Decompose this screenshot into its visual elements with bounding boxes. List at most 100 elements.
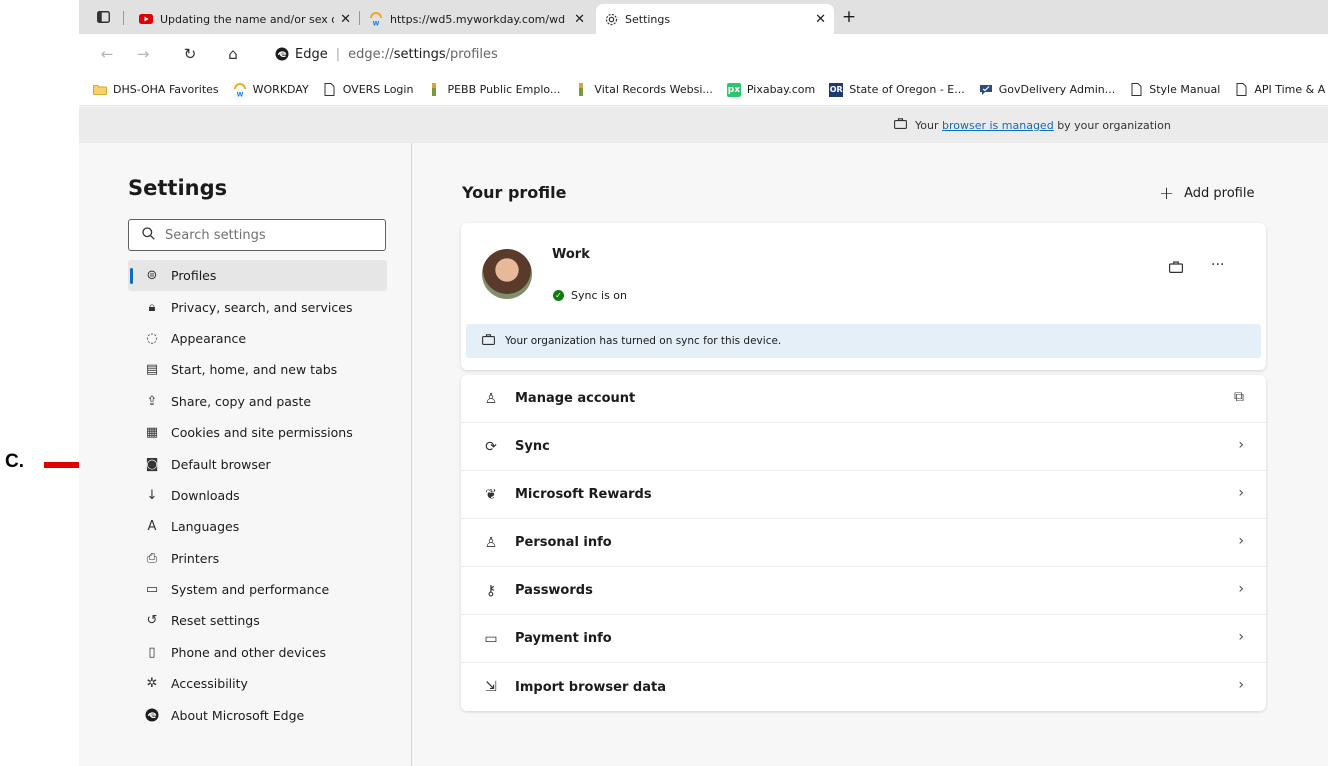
tab-title: Updating the name and/or sex o <box>160 12 335 26</box>
tab-separator <box>359 11 360 25</box>
external-link-icon: ⧉ <box>1234 389 1244 405</box>
sync-icon: ⟳ <box>485 438 497 455</box>
oregon-icon: OR <box>829 82 844 97</box>
briefcase-icon[interactable] <box>1169 261 1184 277</box>
new-tab-button[interactable]: + <box>841 7 857 27</box>
personal-info-row[interactable]: ♙ Personal info › <box>461 519 1266 567</box>
forward-icon[interactable]: → <box>133 44 153 64</box>
sidebar-item-phone[interactable]: ▯ Phone and other devices <box>128 637 387 668</box>
card-icon: ▭ <box>484 630 498 647</box>
favorite-state-of-oregon[interactable]: OR State of Oregon - E... <box>829 82 965 97</box>
sidebar-item-accessibility[interactable]: ✲ Accessibility <box>128 668 387 699</box>
browser-window: Updating the name and/or sex o ✕ w https… <box>79 0 1328 766</box>
address-bar-row: ← → ↻ ⌂ Edge | edge://settings/profiles <box>79 34 1328 74</box>
url-host: settings <box>393 46 446 62</box>
sidebar-item-languages[interactable]: A Languages <box>128 511 387 542</box>
favorite-pebb[interactable]: PEBB Public Emplo... <box>427 83 560 97</box>
sidebar-item-label: About Microsoft Edge <box>171 707 305 723</box>
reset-icon: ↺ <box>146 613 158 629</box>
pebb-icon <box>427 83 441 97</box>
favorite-style-manual[interactable]: Style Manual <box>1129 83 1220 97</box>
phone-icon: ▯ <box>148 644 156 660</box>
chevron-right-icon: › <box>1238 581 1244 597</box>
sync-row[interactable]: ⟳ Sync › <box>461 423 1266 471</box>
sidebar-item-cookies[interactable]: ▦ Cookies and site permissions <box>128 417 387 448</box>
sidebar-item-about[interactable]: About Microsoft Edge <box>128 699 387 730</box>
row-label: Payment info <box>515 631 612 646</box>
search-settings-box[interactable] <box>128 219 386 251</box>
sidebar-item-system[interactable]: ▭ System and performance <box>128 574 387 605</box>
avatar[interactable] <box>482 249 532 299</box>
sidebar-item-default-browser[interactable]: ◙ Default browser <box>128 448 387 479</box>
favorite-label: State of Oregon - E... <box>849 83 965 96</box>
tab-updating-name[interactable]: Updating the name and/or sex o ✕ <box>131 4 359 34</box>
tab-title: https://wd5.myworkday.com/wd <box>390 12 566 26</box>
sidebar-item-appearance[interactable]: ◌ Appearance <box>128 323 387 354</box>
profile-icon: ⊜ <box>146 268 158 284</box>
tab-workday[interactable]: w https://wd5.myworkday.com/wd ✕ <box>361 4 593 34</box>
close-tab-icon[interactable]: ✕ <box>340 12 351 27</box>
download-icon: ↓ <box>146 487 158 503</box>
rewards-icon: ❦ <box>485 486 497 503</box>
favorite-label: WORKDAY <box>252 83 309 96</box>
favorite-overs-login[interactable]: OVERS Login <box>323 83 413 97</box>
favorite-pixabay[interactable]: px Pixabay.com <box>726 82 815 97</box>
screenshot-canvas: C. Updating the name and/or sex o ✕ w ht… <box>0 0 1328 766</box>
sidebar-item-start-home[interactable]: ▤ Start, home, and new tabs <box>128 354 387 385</box>
sidebar-item-profiles[interactable]: ⊜ Profiles <box>128 260 387 292</box>
share-icon: ⇪ <box>146 393 158 409</box>
favorite-workday[interactable]: w WORKDAY <box>233 82 309 97</box>
back-icon[interactable]: ← <box>97 44 117 64</box>
sidebar-item-label: Share, copy and paste <box>171 393 312 409</box>
address-bar[interactable]: Edge | edge://settings/profiles <box>275 40 498 68</box>
more-options-button[interactable]: ··· <box>1211 257 1224 273</box>
payment-info-row[interactable]: ▭ Payment info › <box>461 615 1266 663</box>
sidebar-item-downloads[interactable]: ↓ Downloads <box>128 480 387 511</box>
favorite-dhs-oha[interactable]: DHS-OHA Favorites <box>93 83 219 97</box>
home-icon[interactable]: ⌂ <box>223 44 243 64</box>
sidebar-item-share[interactable]: ⇪ Share, copy and paste <box>128 386 387 417</box>
search-input[interactable] <box>165 227 365 243</box>
row-label: Sync <box>515 439 550 454</box>
chevron-right-icon: › <box>1238 485 1244 501</box>
manage-account-row[interactable]: ♙ Manage account ⧉ <box>461 375 1266 423</box>
pixabay-icon: px <box>726 82 741 97</box>
system-icon: ▭ <box>145 582 159 598</box>
close-tab-icon[interactable]: ✕ <box>574 12 585 27</box>
refresh-icon[interactable]: ↻ <box>180 44 200 64</box>
sidebar-item-label: Cookies and site permissions <box>171 425 353 441</box>
microsoft-rewards-row[interactable]: ❦ Microsoft Rewards › <box>461 471 1266 519</box>
add-profile-button[interactable]: + Add profile <box>1159 183 1254 204</box>
sidebar-item-label: Start, home, and new tabs <box>171 362 338 378</box>
sidebar-item-privacy[interactable]: 🔒︎ Privacy, search, and services <box>128 291 387 322</box>
favorites-bar: DHS-OHA Favorites w WORKDAY OVERS Login … <box>79 74 1328 106</box>
managed-prefix: Your <box>915 118 939 132</box>
folder-icon <box>93 83 107 97</box>
sidebar-item-printers[interactable]: ⎙ Printers <box>128 543 387 574</box>
favorite-label: PEBB Public Emplo... <box>447 83 561 96</box>
profile-name: Work <box>552 247 590 262</box>
tab-settings[interactable]: Settings ✕ <box>596 4 834 34</box>
import-browser-data-row[interactable]: ⇲ Import browser data › <box>461 663 1266 711</box>
tab-actions-icon[interactable] <box>95 9 111 25</box>
default-browser-icon: ◙ <box>145 456 159 472</box>
address-separator: | <box>335 46 341 62</box>
page-icon <box>1129 83 1143 97</box>
row-label: Import browser data <box>515 679 666 695</box>
browser-managed-link[interactable]: browser is managed <box>942 119 1054 132</box>
favorite-govdelivery[interactable]: GovDelivery Admin... <box>979 83 1115 97</box>
edge-icon <box>144 707 160 723</box>
youtube-icon <box>139 12 153 26</box>
workday-icon: w <box>369 12 383 26</box>
edge-icon <box>275 47 289 61</box>
sidebar-item-reset[interactable]: ↺ Reset settings <box>128 605 387 636</box>
check-icon: ✓ <box>553 290 564 301</box>
favorite-vital-records[interactable]: Vital Records Websi... <box>574 83 713 97</box>
favorite-api-time[interactable]: API Time & A <box>1234 83 1325 97</box>
annotation-label: C. <box>5 451 24 472</box>
printer-icon: ⎙ <box>146 550 158 566</box>
passwords-row[interactable]: ⚷ Passwords › <box>461 567 1266 615</box>
sidebar-item-label: Privacy, search, and services <box>171 299 353 315</box>
close-tab-icon[interactable]: ✕ <box>815 12 826 27</box>
settings-page: Settings ⊜ Profiles 🔒︎ Privacy, search, an… <box>79 143 1328 766</box>
